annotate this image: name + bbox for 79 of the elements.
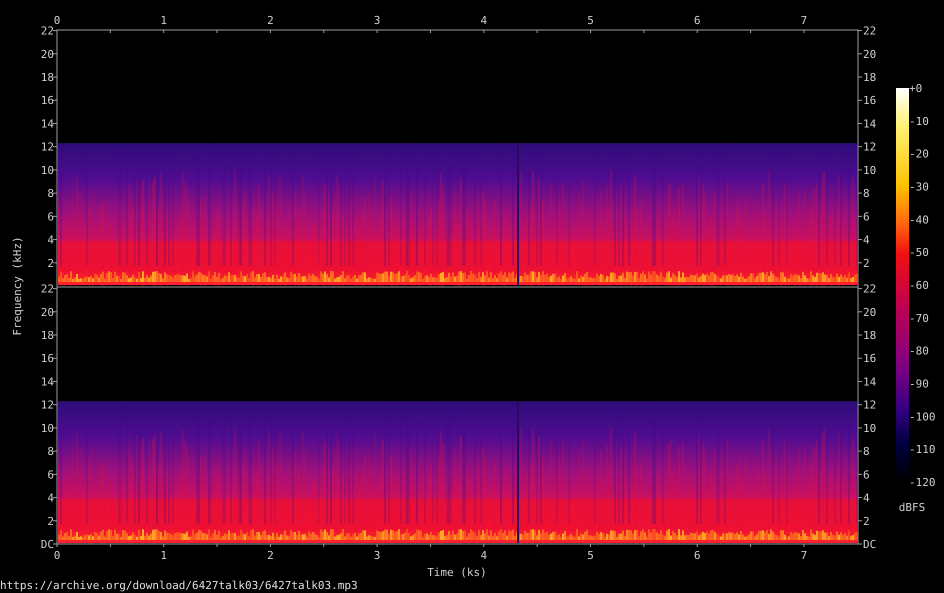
axis-tick-label: 20	[40, 306, 54, 319]
colorbar-label: -60	[909, 279, 929, 292]
source-url: https://archive.org/download/6427talk03/6427talk03.mp3	[0, 579, 358, 593]
colorbar-label: -90	[909, 378, 929, 390]
axis-tick-label: 22	[863, 282, 876, 296]
colorbar-label: -30	[909, 180, 929, 194]
axis-tick-label: 20	[863, 306, 876, 319]
colorbar-label: -10	[909, 114, 929, 128]
colorbar-label: -20	[909, 148, 929, 161]
axis-tick-label: 2	[863, 514, 870, 528]
axis-tick-label: 4	[863, 234, 870, 247]
axis-tick-label: 2	[863, 256, 870, 270]
axis-tick-label: DC	[863, 538, 876, 551]
axis-tick-label: 7	[800, 14, 808, 27]
colorbar-label: -40	[909, 213, 929, 226]
axis-tick-label: 18	[40, 71, 54, 84]
axis-tick-label: 16	[40, 94, 54, 108]
axis-tick-label: 3	[374, 14, 380, 27]
colorbar-label: -110	[909, 443, 936, 456]
axis-tick-label: 10	[863, 422, 876, 435]
axis-tick-label: 10	[863, 164, 876, 177]
colorbar-label: +0	[909, 82, 922, 95]
axis-tick-label: 14	[863, 375, 876, 388]
axis-tick-label: 20	[863, 48, 876, 61]
axis-tick-label: 8	[47, 187, 54, 200]
axis-tick-label: 2	[267, 549, 274, 562]
axis-tick-label: 18	[40, 329, 54, 342]
axis-tick-label: 2	[47, 256, 54, 270]
axis-tick-label: 7	[800, 549, 808, 562]
axis-tick-label: 22	[40, 282, 54, 296]
axis-tick-label: 22	[40, 24, 54, 38]
axis-title: Frequency (kHz)	[11, 236, 24, 336]
axis-tick-label: 10	[40, 164, 54, 177]
colorbar-label: -80	[909, 344, 929, 358]
axis-tick-label: 16	[40, 352, 54, 366]
axis-tick-label: 18	[863, 71, 876, 84]
axis-tick-label: 12	[863, 398, 876, 412]
axis-tick-label: 4	[47, 234, 54, 247]
axis-tick-label: 20	[40, 48, 54, 61]
axis-tick-label: 6	[47, 468, 54, 482]
axis-tick-label: 8	[863, 445, 870, 458]
axis-tick-label: 0	[54, 549, 60, 562]
axis-tick-label: 6	[863, 210, 870, 224]
colorbar-label: -120	[909, 476, 936, 489]
axis-tick-label: 4	[47, 492, 54, 505]
axis-tick-label: 0	[54, 14, 60, 27]
axis-tick-label: 22	[863, 24, 876, 38]
axis-tick-label: 18	[863, 329, 876, 342]
axis-tick-label: 16	[863, 352, 876, 366]
axis-title: Time (ks)	[427, 566, 487, 579]
axis-tick-label: 5	[587, 14, 594, 27]
axis-tick-label: 8	[863, 187, 870, 200]
axis-tick-label: 6	[694, 14, 701, 27]
axis-tick-label: 6	[694, 549, 701, 562]
axis-tick-label: 12	[40, 398, 54, 412]
axis-tick-label: 6	[47, 210, 54, 224]
axis-tick-label: 1	[160, 549, 167, 562]
axis-tick-label: 10	[40, 422, 54, 435]
axis-tick-label: 8	[47, 445, 54, 458]
axis-tick-label: 3	[374, 549, 380, 562]
axis-tick-label: 12	[863, 140, 876, 154]
axis-tick-label: 14	[40, 375, 54, 388]
axis-tick-label: DC	[40, 538, 54, 551]
colorbar-label: -50	[909, 246, 929, 260]
axis-tick-label: 14	[40, 117, 54, 130]
axis-tick-label: 16	[863, 94, 876, 108]
colorbar-label: -100	[909, 410, 936, 424]
colorbar-label: -70	[909, 312, 929, 325]
axis-tick-label: 2	[47, 514, 54, 528]
axis-tick-label: 12	[40, 140, 54, 154]
axis-tick-label: 5	[587, 549, 594, 562]
axis-tick-label: 4	[480, 549, 488, 562]
axis-tick-label: 2	[267, 14, 274, 27]
axis-tick-label: 14	[863, 117, 876, 130]
axis-tick-label: 1	[160, 14, 167, 27]
axis-tick-label: 4	[863, 492, 870, 505]
colorbar-unit: dBFS	[898, 501, 926, 514]
axis-tick-label: 4	[480, 14, 488, 27]
axis-tick-label: 6	[863, 468, 870, 482]
